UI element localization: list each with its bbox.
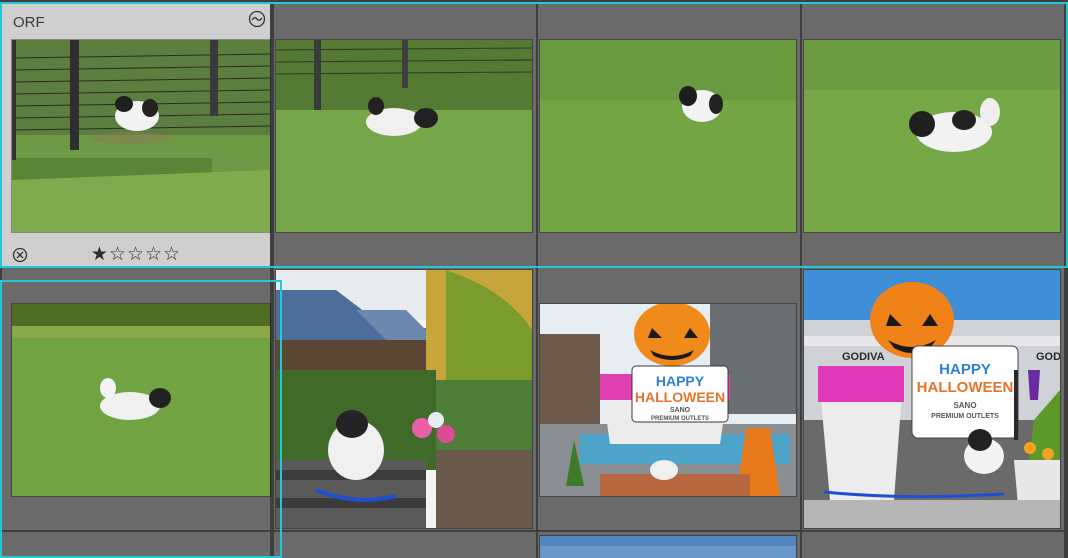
store-sign-right: GODIVA — [1036, 351, 1060, 363]
sign-line-sano-2: SANO — [953, 401, 976, 410]
sign-line-outlets-2: PREMIUM OUTLETS — [931, 413, 999, 420]
sign-line-happy-2: HAPPY — [939, 361, 991, 378]
store-sign-left: GODIVA — [842, 351, 885, 363]
thumbnail-image[interactable] — [276, 40, 532, 232]
thumbnail-cell-11[interactable] — [538, 532, 800, 558]
thumbnail-cell-4[interactable] — [802, 4, 1064, 266]
thumbnail-cell-1[interactable]: ORF ★☆☆☆☆ — [2, 4, 270, 266]
sign-line-outlets: PREMIUM OUTLETS — [651, 416, 709, 422]
thumbnail-image[interactable]: HAPPY HALLOWEEN SANO PREMIUM OUTLETS — [540, 304, 796, 496]
thumbnail-cell-6[interactable] — [274, 268, 536, 530]
thumbnail-image[interactable] — [276, 270, 532, 528]
thumbnail-cell-9[interactable] — [2, 532, 270, 558]
thumbnail-cell-3[interactable] — [538, 4, 800, 266]
thumbnail-image[interactable] — [12, 40, 270, 232]
file-extension-label: ORF — [13, 14, 45, 31]
edited-badge-icon[interactable] — [248, 10, 266, 28]
thumbnail-image[interactable] — [540, 40, 796, 232]
thumbnail-cell-8[interactable]: GODIVA GODIVA HAPPY HALLOWEEN SANO PREMI… — [802, 268, 1064, 530]
sign-line-happy: HAPPY — [656, 373, 705, 389]
thumbnail-cell-2[interactable] — [274, 4, 536, 266]
thumbnail-image[interactable] — [12, 304, 270, 496]
star-rating[interactable]: ★☆☆☆☆ — [2, 243, 270, 265]
sign-line-sano: SANO — [670, 407, 691, 414]
thumbnail-cell-10[interactable] — [274, 532, 536, 558]
sign-line-halloween: HALLOWEEN — [635, 389, 725, 405]
thumbnail-image[interactable] — [540, 536, 796, 558]
star-icon[interactable]: ★☆☆☆☆ — [91, 243, 181, 265]
thumbnail-grid: ORF ★☆☆☆☆ HAPPY HALLOWEEN SANO PREMIUM O… — [0, 0, 1068, 558]
thumbnail-cell-7[interactable]: HAPPY HALLOWEEN SANO PREMIUM OUTLETS — [538, 268, 800, 530]
thumbnail-image[interactable]: GODIVA GODIVA HAPPY HALLOWEEN SANO PREMI… — [804, 270, 1060, 528]
thumbnail-cell-5[interactable] — [2, 268, 270, 530]
thumbnail-cell-12[interactable] — [802, 532, 1064, 558]
thumbnail-image[interactable] — [804, 40, 1060, 232]
sign-line-halloween-2: HALLOWEEN — [917, 379, 1014, 396]
